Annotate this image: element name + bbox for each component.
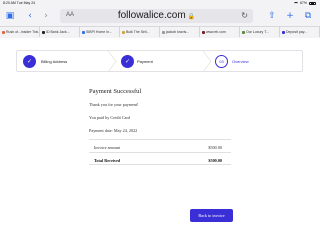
- payment-summary-table: Invoice amount $500.00 Total Received $5…: [89, 139, 231, 165]
- browser-tab[interactable]: ID Bank Jack...: [40, 27, 80, 37]
- forward-arrow-icon[interactable]: ›: [40, 10, 52, 22]
- status-time: 8:20 AM Tue May 24: [3, 1, 35, 5]
- new-tab-icon[interactable]: +: [284, 10, 296, 22]
- payment-date-text: Payment date: May 24, 2022: [89, 128, 138, 133]
- url-display[interactable]: followalice.com 🔒: [60, 10, 253, 21]
- page-title: Payment Successful: [89, 88, 142, 95]
- browser-tab[interactable]: jackob kravis...: [160, 27, 200, 37]
- checkout-stepper: ✓ Billing Address ✓ Payment 03 Overview: [16, 50, 303, 72]
- step-3-label: Overview: [232, 59, 249, 64]
- status-time-text: 8:20 AM: [3, 1, 16, 5]
- browser-tab[interactable]: Rush of...insider Trai...: [0, 27, 40, 37]
- browser-chrome: 8:20 AM Tue May 24 67% ▣ ‹ › AA followal…: [0, 0, 320, 38]
- url-text: followalice.com: [117, 10, 186, 21]
- browser-tab[interactable]: Deposit pay...: [280, 27, 320, 37]
- share-icon[interactable]: ⇧: [266, 10, 278, 22]
- step-1-check-icon: ✓: [23, 55, 36, 68]
- sidebar-icon[interactable]: ▣: [4, 10, 16, 22]
- thank-you-text: Thank you for your payment!: [89, 102, 139, 107]
- tab-label: ID Bank Jack...: [46, 30, 70, 34]
- back-arrow-icon[interactable]: ‹: [24, 10, 36, 22]
- step-2-label: Payment: [137, 59, 153, 64]
- payment-method-text: You paid by Credit Card: [89, 115, 130, 120]
- reload-icon[interactable]: ↻: [241, 11, 248, 20]
- tab-label: www.eb.com: [206, 30, 226, 34]
- step-2-check-icon: ✓: [121, 55, 134, 68]
- total-received-row: Total Received $500.00: [89, 152, 231, 165]
- lock-icon: 🔒: [187, 14, 196, 20]
- tab-favicon-icon: [162, 30, 165, 34]
- step-1-label: Billing Address: [41, 59, 68, 64]
- tab-label: jackob kravis...: [166, 30, 190, 34]
- address-bar[interactable]: AA followalice.com 🔒 ↻: [60, 9, 253, 23]
- tab-strip: Rush of...insider Trai... ID Bank Jack...…: [0, 26, 320, 37]
- row-amount: $500.00: [208, 145, 222, 150]
- invoice-amount-row: Invoice amount $500.00: [89, 139, 231, 152]
- status-bar: 8:20 AM Tue May 24 67%: [0, 0, 320, 7]
- back-to-invoice-button[interactable]: Back to invoice: [190, 209, 233, 222]
- tab-label: Deposit pay...: [286, 30, 308, 34]
- payment-page: ✓ Billing Address ✓ Payment 03 Overview …: [0, 38, 320, 240]
- browser-tab[interactable]: Our Luxury T...: [240, 27, 280, 37]
- tab-favicon-icon: [82, 30, 85, 34]
- status-date-text: Tue May 24: [16, 1, 36, 5]
- tab-label: SIBPI Home In...: [86, 30, 113, 34]
- row-amount: $500.00: [208, 158, 222, 163]
- tab-label: Our Luxury T...: [246, 30, 269, 34]
- browser-tab[interactable]: www.eb.com: [200, 27, 240, 37]
- browser-tab[interactable]: Bulk The Sell...: [120, 27, 160, 37]
- tab-label: Rush of...insider Trai...: [6, 30, 40, 34]
- step-divider-icon: [202, 51, 212, 72]
- tab-favicon-icon: [242, 30, 245, 34]
- battery-percent: 67%: [299, 1, 307, 5]
- row-label: Total Received: [94, 158, 121, 163]
- tab-favicon-icon: [42, 30, 45, 34]
- wifi-icon: [293, 1, 298, 5]
- step-divider-icon: [107, 51, 117, 72]
- browser-toolbar: ▣ ‹ › AA followalice.com 🔒 ↻ ⇧ + ⧉: [0, 7, 320, 25]
- tab-favicon-icon: [122, 30, 125, 34]
- tab-overview-icon[interactable]: ⧉: [302, 10, 314, 22]
- browser-tab[interactable]: SIBPI Home In...: [80, 27, 120, 37]
- tab-label: Bulk The Sell...: [126, 30, 150, 34]
- tab-favicon-icon: [202, 30, 205, 34]
- step-3-number: 03: [215, 55, 228, 68]
- row-label: Invoice amount: [94, 145, 121, 150]
- tab-favicon-icon: [282, 30, 285, 34]
- tab-favicon-icon: [2, 30, 5, 34]
- status-right: 67%: [293, 1, 316, 5]
- battery-icon: [309, 1, 316, 5]
